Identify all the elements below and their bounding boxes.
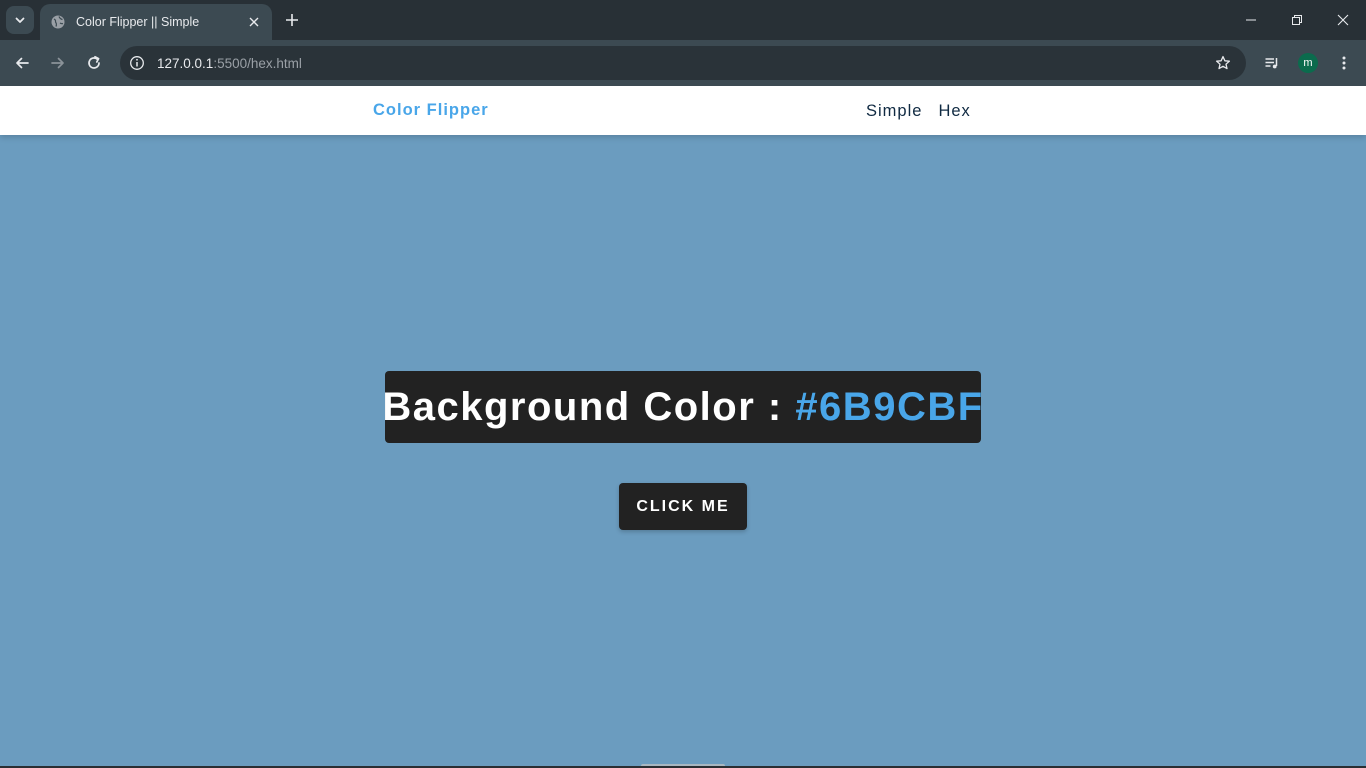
- forward-arrow-icon: [51, 57, 64, 69]
- url-path: :5500/hex.html: [213, 55, 302, 71]
- close-icon: [1337, 14, 1349, 26]
- reload-icon: [88, 55, 100, 69]
- chevron-down-icon: [15, 17, 25, 23]
- browser-toolbar: 127.0.0.1:5500/hex.html m: [0, 40, 1366, 86]
- minimize-button[interactable]: [1228, 0, 1274, 40]
- close-window-button[interactable]: [1320, 0, 1366, 40]
- restore-button[interactable]: [1274, 0, 1320, 40]
- avatar: m: [1298, 53, 1318, 73]
- star-icon[interactable]: [1214, 54, 1232, 72]
- tab-search-button[interactable]: [6, 6, 34, 34]
- tab-title: Color Flipper || Simple: [76, 15, 200, 29]
- new-tab-button[interactable]: [280, 8, 304, 32]
- heading-label: Background Color :: [382, 384, 796, 429]
- globe-icon: [50, 14, 66, 30]
- tab-strip: Color Flipper || Simple: [0, 0, 1366, 40]
- url-text: 127.0.0.1:5500/hex.html: [157, 56, 302, 71]
- url-host: 127.0.0.1: [157, 55, 214, 71]
- browser-menu-button[interactable]: [1328, 47, 1360, 79]
- tab-close-icon[interactable]: [246, 14, 262, 30]
- profile-button[interactable]: m: [1292, 47, 1324, 79]
- nav-link-hex[interactable]: Hex: [938, 102, 970, 121]
- plus-icon: [286, 14, 298, 26]
- reload-button[interactable]: [78, 47, 110, 79]
- back-arrow-icon: [16, 57, 29, 69]
- minimize-icon: [1246, 19, 1256, 21]
- nav-link-simple[interactable]: Simple: [866, 102, 922, 121]
- forward-button[interactable]: [42, 47, 74, 79]
- site-brand[interactable]: Color Flipper: [373, 101, 489, 120]
- back-button[interactable]: [6, 47, 38, 79]
- active-tab[interactable]: Color Flipper || Simple: [40, 4, 272, 40]
- click-me-button[interactable]: CLICK ME: [619, 483, 747, 530]
- media-queue-icon: [1265, 58, 1278, 69]
- info-icon[interactable]: [124, 50, 150, 76]
- menu-dots-icon: [1342, 56, 1346, 70]
- color-display-box: Background Color : #6B9CBF: [382, 371, 983, 443]
- address-bar[interactable]: 127.0.0.1:5500/hex.html: [120, 46, 1246, 80]
- page-viewport: Color Flipper Simple Hex Background Colo…: [0, 86, 1366, 768]
- media-queue-button[interactable]: [1256, 47, 1288, 79]
- restore-icon: [1292, 15, 1302, 25]
- color-value: #6B9CBF: [795, 384, 984, 429]
- color-heading: Background Color : #6B9CBF: [382, 385, 983, 430]
- nav-links: Simple Hex: [866, 102, 971, 121]
- site-navbar: Color Flipper Simple Hex: [0, 86, 1366, 135]
